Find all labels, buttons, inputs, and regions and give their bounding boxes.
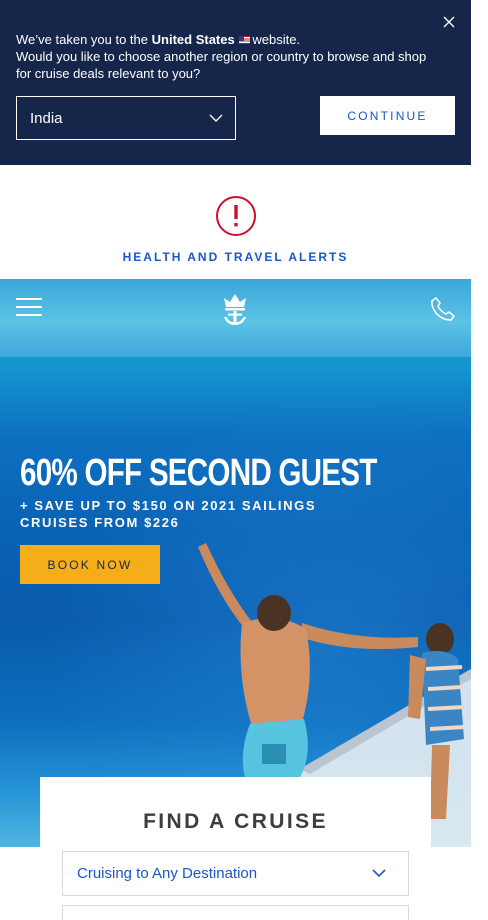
menu-button[interactable] — [16, 298, 42, 316]
destination-select-value: Cruising to Any Destination — [77, 865, 258, 882]
page: We’ve taken you to the United States web… — [0, 0, 488, 920]
menu-icon-line — [16, 314, 42, 316]
promo-line-1: + SAVE UP TO $150 ON 2021 SAILINGS — [20, 498, 317, 513]
region-select[interactable]: India — [16, 96, 236, 140]
region-question: Would you like to choose another region … — [16, 49, 427, 81]
promo-title: 60% OFF SECOND GUEST — [20, 452, 377, 494]
find-cruise-title: FIND A CRUISE — [143, 810, 328, 833]
close-banner-button[interactable] — [440, 13, 458, 31]
close-icon — [443, 16, 455, 28]
promo-line-2: CRUISES FROM $226 — [20, 515, 180, 530]
exclamation-icon — [234, 205, 238, 227]
region-select-value: India — [30, 109, 63, 127]
chevron-down-icon — [209, 114, 223, 122]
book-now-button[interactable]: BOOK NOW — [20, 545, 160, 584]
find-cruise-panel: FIND A CRUISE Cruising to Any Destinatio… — [40, 777, 431, 920]
chevron-down-icon — [372, 869, 386, 878]
continue-button[interactable]: CONTINUE — [320, 96, 455, 135]
region-country: United States — [151, 32, 235, 47]
menu-icon — [16, 298, 42, 300]
alerts-section: HEALTH AND TRAVEL ALERTS — [0, 165, 471, 279]
promo-subtitle: + SAVE UP TO $150 ON 2021 SAILINGS CRUIS… — [20, 497, 316, 531]
region-message-suffix: website. — [252, 32, 301, 47]
phone-icon[interactable] — [430, 296, 456, 322]
destination-select[interactable]: Cruising to Any Destination — [62, 851, 409, 896]
region-banner: We’ve taken you to the United States web… — [0, 0, 471, 165]
us-flag-icon — [239, 36, 251, 44]
crown-anchor-logo[interactable] — [219, 292, 251, 326]
region-message: We’ve taken you to the United States web… — [16, 31, 436, 82]
menu-icon-line — [16, 306, 42, 308]
alert-icon[interactable] — [216, 196, 256, 236]
region-message-prefix: We’ve taken you to the — [16, 32, 149, 47]
date-select[interactable] — [62, 905, 409, 920]
health-travel-alerts-link[interactable]: HEALTH AND TRAVEL ALERTS — [0, 250, 471, 264]
hero-banner: 60% OFF SECOND GUEST + SAVE UP TO $150 O… — [0, 279, 471, 847]
